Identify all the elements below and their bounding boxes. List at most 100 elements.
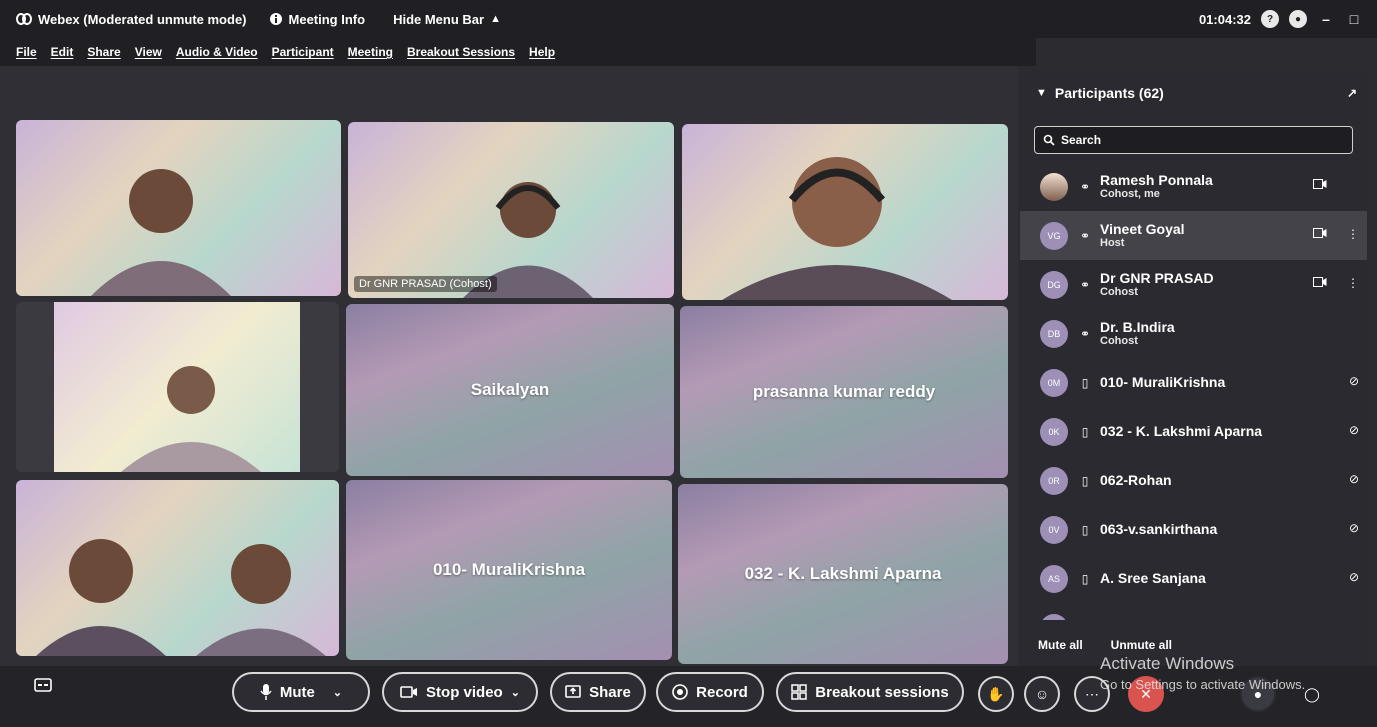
video-tile[interactable]: Dr GNR PRASAD (Cohost) bbox=[348, 122, 674, 298]
phone-icon: ▯ bbox=[1081, 571, 1089, 586]
microphone-icon[interactable]: ⋮ bbox=[1347, 227, 1359, 241]
stop-video-button[interactable]: Stop video ⌄ bbox=[382, 672, 538, 712]
microphone-muted-icon[interactable]: ⊘ bbox=[1349, 521, 1359, 535]
headset-icon: ⚭ bbox=[1079, 179, 1091, 194]
participant-name: Dr. B.Indira bbox=[1100, 318, 1175, 335]
video-grid: Dr GNR PRASAD (Cohost) Saikalyan prasann… bbox=[0, 66, 1018, 666]
microphone-icon[interactable]: ⋮ bbox=[1347, 276, 1359, 290]
participant-search-input[interactable]: Search bbox=[1034, 126, 1353, 154]
menu-breakout-sessions[interactable]: Breakout Sessions bbox=[407, 45, 515, 59]
participants-panel: ▼ Participants (62) ↗ Search ⚭ Ramesh Po… bbox=[1020, 70, 1367, 670]
name-tile[interactable]: 010- MuraliKrishna bbox=[346, 480, 672, 660]
menu-meeting[interactable]: Meeting bbox=[348, 45, 393, 59]
record-label: Record bbox=[696, 683, 748, 701]
participant-row[interactable]: 0M ▯ 010- MuraliKrishna ⊘ bbox=[1020, 358, 1367, 407]
participant-row[interactable]: 0R ▯ 062-Rohan ⊘ bbox=[1020, 456, 1367, 505]
participant-video-image bbox=[36, 539, 326, 656]
microphone-muted-icon[interactable]: ⊘ bbox=[1349, 374, 1359, 388]
search-placeholder: Search bbox=[1061, 133, 1102, 147]
participant-name: 062-Rohan bbox=[1100, 472, 1172, 488]
avatar: AS bbox=[1040, 564, 1068, 593]
participant-role: Cohost, me bbox=[1100, 187, 1160, 200]
phone-icon: ▯ bbox=[1081, 473, 1089, 488]
microphone-muted-icon[interactable]: ⊘ bbox=[1349, 570, 1359, 584]
microphone-icon bbox=[260, 684, 272, 700]
video-camera-icon[interactable] bbox=[1313, 277, 1327, 287]
tile-name-prasanna: prasanna kumar reddy bbox=[752, 382, 936, 401]
participant-row[interactable]: DG ⚭ Dr GNR PRASAD Cohost ⋮ bbox=[1020, 260, 1367, 309]
menu-audio-video[interactable]: Audio & Video bbox=[176, 45, 258, 59]
info-icon bbox=[269, 13, 282, 25]
share-label: Share bbox=[589, 683, 631, 701]
watermark-subtitle: Go to Settings to activate Windows. bbox=[1100, 677, 1306, 692]
chevron-down-icon[interactable]: ⌄ bbox=[511, 686, 520, 699]
participant-row[interactable]: 0V ▯ 063-v.sankirthana ⊘ bbox=[1020, 505, 1367, 554]
participant-role: Cohost bbox=[1100, 285, 1138, 298]
menu-share[interactable]: Share bbox=[87, 45, 120, 59]
avatar: VG bbox=[1040, 221, 1068, 250]
menu-participant[interactable]: Participant bbox=[272, 45, 334, 59]
mute-all-button[interactable]: Mute all bbox=[1038, 638, 1083, 652]
avatar bbox=[1040, 172, 1068, 201]
video-tile[interactable] bbox=[16, 120, 341, 296]
smiley-icon: ☺ bbox=[1034, 686, 1050, 702]
breakout-sessions-button[interactable]: Breakout sessions bbox=[776, 672, 964, 712]
tile-name-saikalyan: Saikalyan bbox=[470, 380, 550, 399]
record-icon bbox=[672, 684, 688, 700]
record-button[interactable]: Record bbox=[656, 672, 764, 712]
avatar: 0V bbox=[1040, 515, 1068, 544]
hide-menu-bar-button[interactable]: Hide Menu Bar ▲ bbox=[393, 12, 501, 27]
mute-button[interactable]: Mute ⌄ bbox=[232, 672, 370, 712]
participant-name: 032 - K. Lakshmi Aparna bbox=[1100, 423, 1263, 439]
participants-title: Participants (62) bbox=[1054, 85, 1164, 101]
participant-video-image bbox=[121, 366, 261, 472]
hide-menu-label: Hide Menu Bar bbox=[393, 11, 485, 27]
chevron-down-icon[interactable]: ▼ bbox=[1036, 87, 1047, 99]
video-camera-icon[interactable] bbox=[1313, 228, 1327, 238]
microphone-muted-icon[interactable]: ⊘ bbox=[1349, 472, 1359, 486]
breakout-icon bbox=[791, 684, 808, 700]
name-tile[interactable]: Saikalyan bbox=[346, 304, 674, 476]
participant-role: Host bbox=[1100, 236, 1125, 249]
participant-row[interactable]: DB ⚭ Dr. B.Indira Cohost bbox=[1020, 309, 1367, 358]
participant-name: Ramesh Ponnala bbox=[1100, 171, 1213, 188]
menu-help[interactable]: Help bbox=[529, 45, 555, 59]
participant-row[interactable]: ⚭ Ramesh Ponnala Cohost, me bbox=[1020, 162, 1367, 211]
menu-file[interactable]: File bbox=[16, 45, 37, 59]
popout-icon[interactable]: ↗ bbox=[1347, 86, 1357, 100]
microphone-muted-icon[interactable]: ⊘ bbox=[1349, 423, 1359, 437]
video-tile[interactable] bbox=[16, 302, 339, 472]
app-title: Webex (Moderated unmute mode) bbox=[16, 12, 247, 27]
participant-row[interactable]: VG ⚭ Vineet Goyal Host ⋮ bbox=[1020, 211, 1367, 260]
video-tile[interactable] bbox=[16, 480, 339, 656]
captions-icon[interactable] bbox=[34, 678, 52, 692]
share-button[interactable]: Share bbox=[550, 672, 646, 712]
menu-view[interactable]: View bbox=[135, 45, 162, 59]
video-camera-icon[interactable] bbox=[1313, 179, 1327, 189]
profile-icon[interactable]: ● bbox=[1289, 10, 1307, 28]
headset-icon: ⚭ bbox=[1079, 277, 1091, 292]
participants-panel-header: ▼ Participants (62) ↗ bbox=[1020, 70, 1367, 116]
participant-row[interactable]: AS ▯ A. Sree Sanjana ⊘ bbox=[1020, 554, 1367, 603]
participant-name: Dr GNR PRASAD bbox=[1100, 269, 1214, 286]
participant-name: 063-v.sankirthana bbox=[1100, 521, 1218, 537]
menu-edit[interactable]: Edit bbox=[51, 45, 74, 59]
video-tile[interactable] bbox=[682, 124, 1008, 300]
participant-row[interactable]: 0K ▯ 032 - K. Lakshmi Aparna ⊘ bbox=[1020, 407, 1367, 456]
mute-label: Mute bbox=[279, 683, 315, 701]
name-tile[interactable]: prasanna kumar reddy bbox=[680, 306, 1008, 478]
minimize-icon[interactable]: – bbox=[1317, 11, 1335, 27]
restore-icon[interactable]: □ bbox=[1345, 11, 1363, 27]
chevron-down-icon[interactable]: ⌄ bbox=[333, 686, 342, 699]
phone-icon: ▯ bbox=[1081, 522, 1089, 537]
participant-video-image bbox=[91, 169, 231, 296]
meeting-info-button[interactable]: Meeting Info bbox=[269, 12, 365, 27]
unmute-all-button[interactable]: Unmute all bbox=[1111, 638, 1172, 652]
help-icon[interactable]: ? bbox=[1261, 10, 1279, 28]
raise-hand-button[interactable]: ✋ bbox=[978, 676, 1014, 712]
reactions-button[interactable]: ☺ bbox=[1024, 676, 1060, 712]
name-tile[interactable]: 032 - K. Lakshmi Aparna bbox=[678, 484, 1008, 664]
headset-icon: ⚭ bbox=[1079, 228, 1091, 243]
headset-icon: ⚭ bbox=[1079, 326, 1091, 341]
search-icon bbox=[1043, 134, 1055, 146]
